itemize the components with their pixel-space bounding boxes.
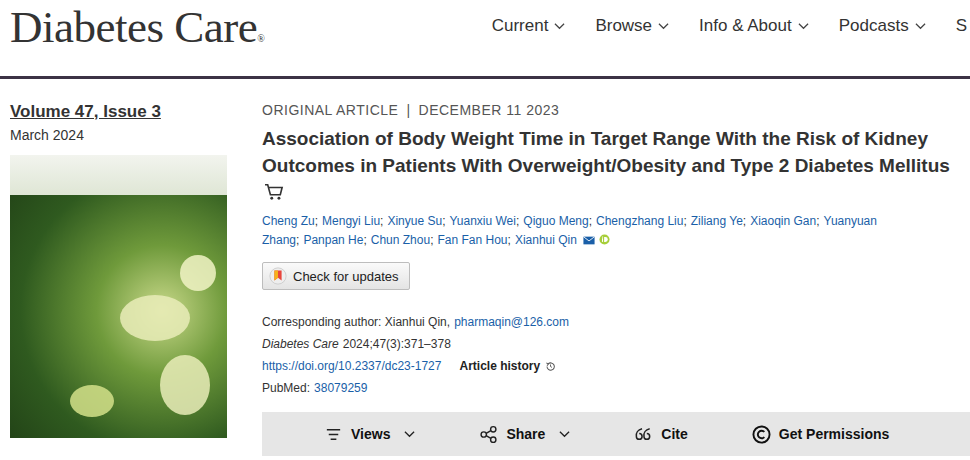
chevron-down-icon [559,430,570,438]
author-list: Cheng Zu;Mengyi Liu;Xinyue Su;Yuanxiu We… [262,212,966,250]
site-header: Diabetes Care® Current Browse Info & About P… [0,0,970,76]
author-link[interactable]: Qiguo Meng [523,214,588,228]
citation: Diabetes Care2024;47(3):371–378 [262,336,966,352]
flower-shape [70,385,114,417]
copyright-icon [752,425,771,444]
chevron-down-icon [554,22,565,30]
author-link[interactable]: Chun Zhou [371,233,430,247]
nav-item[interactable]: Podcasts [839,16,926,36]
author-link[interactable]: Ziliang Ye [691,214,743,228]
nav-item[interactable]: Browse [595,16,669,36]
history-icon [545,361,556,372]
article-history[interactable]: Article history [459,358,556,374]
pubmed-link[interactable]: 38079259 [314,380,367,396]
nav-item[interactable]: S [956,16,967,36]
mail-icon[interactable] [583,236,595,245]
cite-icon [634,425,653,444]
author-link[interactable]: Mengyi Liu [322,214,380,228]
check-updates-icon [269,267,287,285]
nav-item[interactable]: Info & About [699,16,809,36]
chevron-down-icon [658,22,669,30]
email-link[interactable]: pharmaqin@126.com [454,314,569,330]
doi-row: https://doi.org/10.2337/dc23-1727 Article… [262,358,966,374]
flower-shape [120,295,190,341]
nav-item[interactable]: Current [492,16,566,36]
corresponding-author: Corresponding author: Xianhui Qin,pharma… [262,314,966,330]
author-link[interactable]: Chengzhang Liu [596,214,683,228]
article-main: Volume 47, Issue 3 March 2024 ORIGINAL ART… [0,79,970,456]
chevron-down-icon [915,22,926,30]
author-link[interactable]: Fan Fan Hou [437,233,507,247]
flower-shape [180,255,216,291]
orcid-icon[interactable] [599,234,610,245]
article-info: ORIGINAL ARTICLE|DECEMBER 11 2023 Associa… [262,101,970,456]
author-link[interactable]: Xianhui Qin [515,233,577,247]
pubmed-row: PubMed:38079259 [262,380,966,396]
main-nav: Current Browse Info & About Podcasts S [492,16,970,36]
views-icon [324,425,343,444]
header-rule [0,76,970,79]
cover-band [10,155,227,195]
toolbar-button[interactable]: Cite [634,425,687,444]
doi-link[interactable]: https://doi.org/10.2337/dc23-1727 [262,358,441,374]
cart-icon[interactable] [264,183,284,201]
toolbar-button[interactable]: Share [479,425,570,444]
article-meta: ORIGINAL ARTICLE|DECEMBER 11 2023 [262,101,966,119]
site-logo[interactable]: Diabetes Care® [10,1,264,53]
author-link[interactable]: Panpan He [303,233,363,247]
page: Diabetes Care® Current Browse Info & About P… [0,0,970,460]
chevron-down-icon [404,430,415,438]
check-updates-button[interactable]: Check for updates [262,262,410,290]
share-icon [479,425,498,444]
issue-date: March 2024 [10,127,242,143]
cover-image[interactable] [10,155,227,438]
issue-link[interactable]: Volume 47, Issue 3 [10,101,242,123]
author-link[interactable]: Yuanxiu Wei [449,214,516,228]
registered-mark: ® [257,33,264,44]
flower-shape [160,355,210,415]
author-link[interactable]: Cheng Zu [262,214,315,228]
author-link[interactable]: Xinyue Su [387,214,442,228]
article-toolbar: Views Share Cite Get Permissions [262,412,970,456]
chevron-down-icon [798,22,809,30]
issue-sidebar: Volume 47, Issue 3 March 2024 [10,101,242,456]
toolbar-button[interactable]: Get Permissions [752,425,890,444]
author-link[interactable]: Xiaoqin Gan [750,214,816,228]
toolbar-button[interactable]: Views [324,425,415,444]
article-title: Association of Body Weight Time in Targe… [262,125,966,206]
